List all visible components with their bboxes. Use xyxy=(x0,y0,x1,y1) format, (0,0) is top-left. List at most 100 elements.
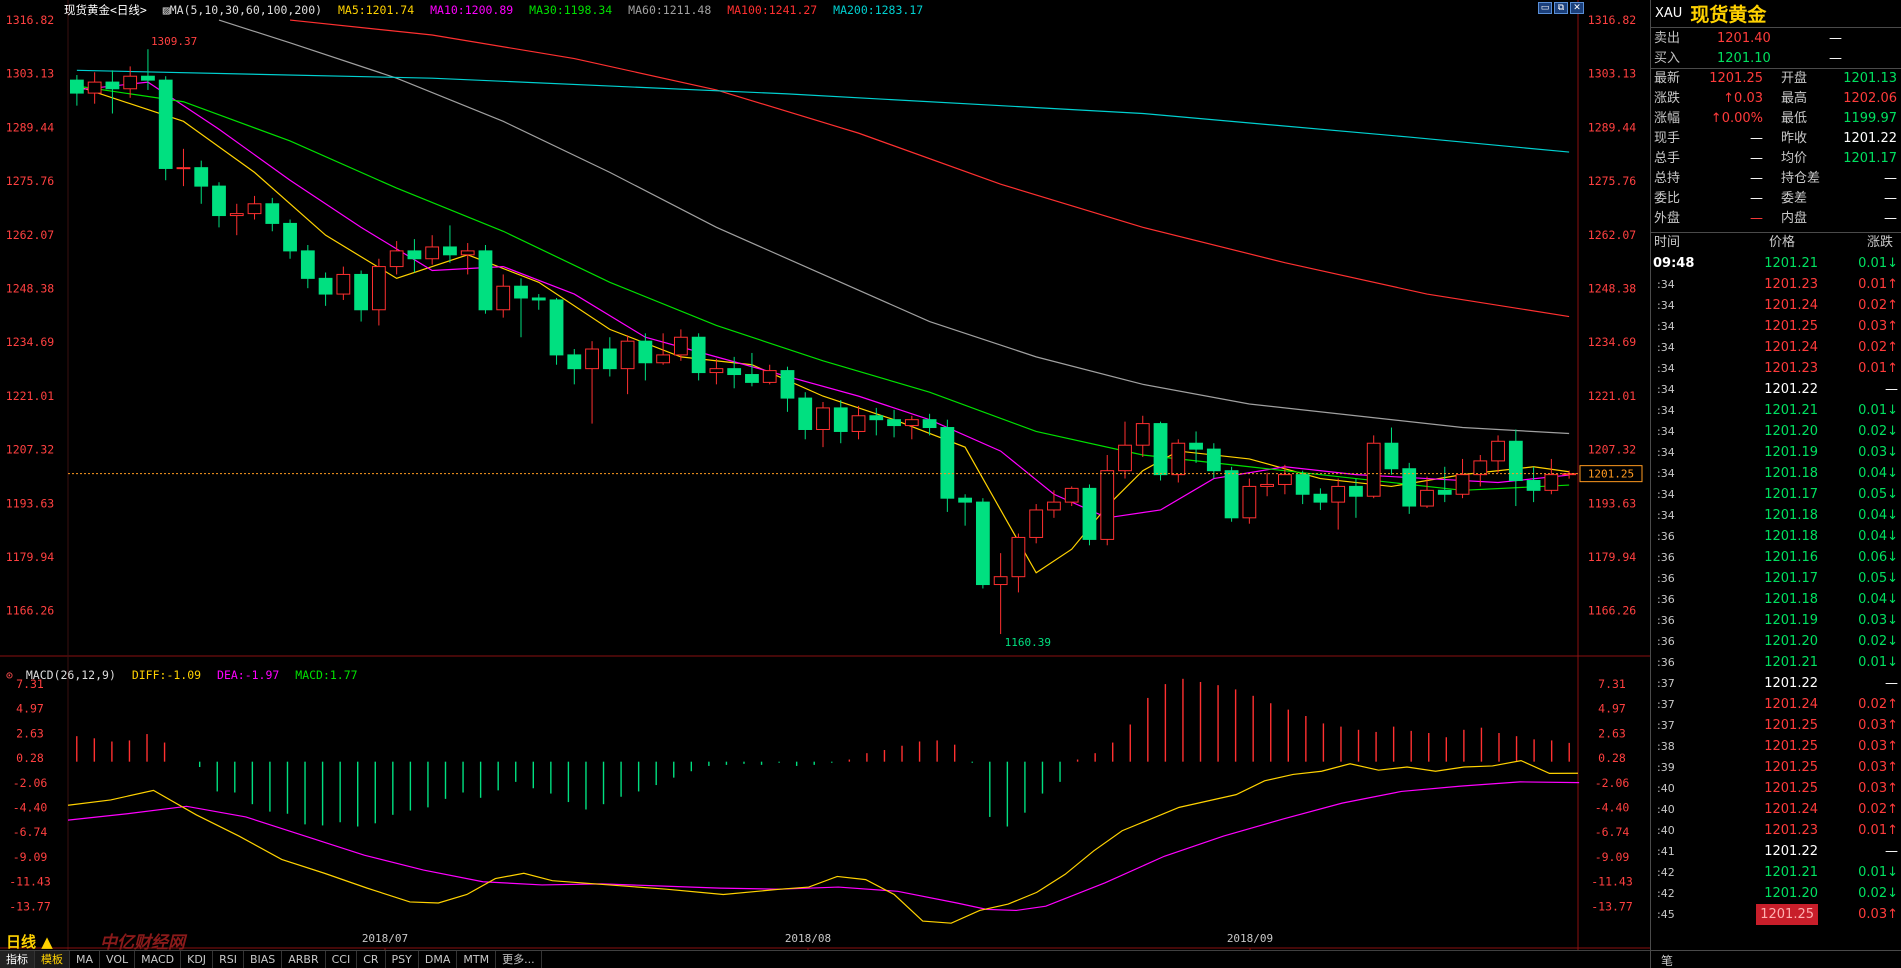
indicator-tab-9[interactable]: CCI xyxy=(326,950,358,968)
candle-body xyxy=(1455,474,1470,495)
tick-price: 1201.18 xyxy=(1764,592,1818,607)
tick-change: 0.02↑ xyxy=(1858,802,1898,817)
candle-body xyxy=(69,79,84,94)
candle-body xyxy=(425,246,440,260)
tick-time: :40 xyxy=(1657,782,1675,795)
candle-body xyxy=(443,246,457,256)
period-selector[interactable]: 日线 ▲ xyxy=(6,931,53,952)
indicator-tab-8[interactable]: ARBR xyxy=(282,950,326,968)
macd-axis-label-left: -9.09 xyxy=(13,850,48,864)
stat-label: 涨幅 xyxy=(1654,111,1681,126)
candle-body xyxy=(1082,487,1097,540)
tick-row: :34 1201.18 0.04↓ xyxy=(1651,505,1901,526)
candle-body xyxy=(1277,474,1292,485)
tick-row: :34 1201.23 0.01↑ xyxy=(1651,274,1901,295)
tick-row: :34 1201.17 0.05↓ xyxy=(1651,484,1901,505)
indicator-tab-12[interactable]: DMA xyxy=(419,950,458,968)
stat-value: — xyxy=(1750,191,1763,206)
tick-row: 09:48 1201.21 0.01↓ xyxy=(1651,253,1901,274)
tick-time: :34 xyxy=(1657,509,1675,522)
candle-body xyxy=(1118,444,1132,472)
tick-row: :40 1201.24 0.02↑ xyxy=(1651,799,1901,820)
indicator-tab-11[interactable]: PSY xyxy=(386,950,419,968)
quote-panel: XAU 现货黄金 卖出 1201.40 — 买入 1201.10 — 最新 120… xyxy=(1650,0,1901,968)
tick-row: :39 1201.25 0.03↑ xyxy=(1651,757,1901,778)
stat-value: — xyxy=(1884,171,1897,186)
tick-price: 1201.25 xyxy=(1764,781,1818,796)
stat-value: — xyxy=(1884,191,1897,206)
tick-change: 0.01↑ xyxy=(1858,361,1898,376)
tick-row: :37 1201.25 0.03↑ xyxy=(1651,715,1901,736)
tick-header-price: 价格 xyxy=(1769,235,1796,250)
tick-row: :37 1201.24 0.02↑ xyxy=(1651,694,1901,715)
stat-label: 涨跌 xyxy=(1654,91,1681,106)
indicator-tab-13[interactable]: MTM xyxy=(457,950,497,968)
maximize-icon[interactable]: ▭ xyxy=(1538,2,1552,14)
tick-row: :41 1201.22 — xyxy=(1651,841,1901,862)
candle-body xyxy=(176,167,191,170)
indicator-tab-6[interactable]: RSI xyxy=(213,950,244,968)
tick-time: :36 xyxy=(1657,656,1675,669)
indicator-tab-5[interactable]: KDJ xyxy=(181,950,214,968)
tick-change: 0.01↑ xyxy=(1858,277,1898,292)
indicator-tab-1[interactable]: 模板 xyxy=(35,950,70,968)
tick-change: — xyxy=(1885,676,1898,691)
indicator-tab-4[interactable]: MACD xyxy=(135,950,182,968)
restore-icon[interactable]: ⧉ xyxy=(1554,2,1568,14)
indicator-tab-7[interactable]: BIAS xyxy=(244,950,283,968)
tick-change: 0.06↓ xyxy=(1858,550,1898,565)
indicator-settings-icon[interactable]: ⊙ xyxy=(6,668,13,682)
candle-body xyxy=(567,354,582,370)
candle-body xyxy=(833,407,848,432)
ma60-value: MA60:1211.48 xyxy=(628,3,712,17)
candle-body xyxy=(1011,536,1026,578)
candle-body xyxy=(673,336,688,356)
kline-chart[interactable]: 1316.82 1316.82 1303.13 1303.13 1289.44 1289.… xyxy=(0,0,1650,968)
candle-body xyxy=(105,81,120,90)
indicator-toolbar: 指标 模板 MA VOL MACD KDJ RSI BIAS ARBR CCI CR PSY DMA MT… xyxy=(0,950,1650,968)
candle-body xyxy=(141,75,155,81)
indicator-tab-2[interactable]: MA xyxy=(70,950,101,968)
tick-price: 1201.18 xyxy=(1764,508,1818,523)
macd-axis-label-left: 2.63 xyxy=(16,726,44,740)
candle-body xyxy=(585,348,599,370)
tick-detail-button[interactable]: 笔 xyxy=(1661,952,1673,968)
tick-price: 1201.20 xyxy=(1764,424,1818,439)
candle-body xyxy=(1206,448,1221,472)
tick-time: :36 xyxy=(1657,551,1675,564)
candle-body xyxy=(318,277,333,295)
indicator-tab-3[interactable]: VOL xyxy=(100,950,136,968)
stat-value: — xyxy=(1884,211,1897,226)
current-price-label: 1201.25 xyxy=(1588,468,1634,481)
tick-row: :34 1201.21 0.01↓ xyxy=(1651,400,1901,421)
macd-axis-label-left: -2.06 xyxy=(13,776,48,790)
chart-window-controls: ▭ ⧉ ✕ xyxy=(1538,2,1584,14)
candle xyxy=(1153,421,1168,481)
candle-body xyxy=(940,427,955,499)
tick-change: 0.01↓ xyxy=(1858,403,1898,418)
close-icon[interactable]: ✕ xyxy=(1570,2,1584,14)
candle-body xyxy=(1366,442,1381,497)
candle-body xyxy=(638,340,653,364)
price-axis-label-right: 1179.94 xyxy=(1588,550,1637,564)
chart-canvas[interactable]: 1316.82 1316.82 1303.13 1303.13 1289.44 1289.… xyxy=(0,0,1650,968)
indicator-tab-10[interactable]: CR xyxy=(357,950,386,968)
price-axis-label-right: 1221.01 xyxy=(1588,389,1637,403)
stat-label: 持仓差 xyxy=(1781,171,1821,186)
tick-price: 1201.19 xyxy=(1764,613,1818,628)
tick-time: :40 xyxy=(1657,803,1675,816)
indicator-tab-14[interactable]: 更多... xyxy=(496,950,542,968)
tick-change: 0.03↓ xyxy=(1858,613,1898,628)
indicator-tab-0[interactable]: 指标 xyxy=(0,950,35,968)
watermark-logo: 中亿财经网 xyxy=(100,933,185,953)
tick-change: 0.03↑ xyxy=(1858,781,1898,796)
candle-body xyxy=(620,340,635,370)
price-axis-label-right: 1262.07 xyxy=(1588,228,1637,242)
tick-row: :42 1201.21 0.01↓ xyxy=(1651,862,1901,883)
candle-body xyxy=(300,250,315,279)
tick-change: 0.03↑ xyxy=(1858,760,1898,775)
symbol-name: 现货黄金 xyxy=(1690,4,1767,26)
tick-change: 0.02↑ xyxy=(1858,697,1898,712)
candle xyxy=(1366,435,1381,499)
candle-body xyxy=(656,354,671,364)
